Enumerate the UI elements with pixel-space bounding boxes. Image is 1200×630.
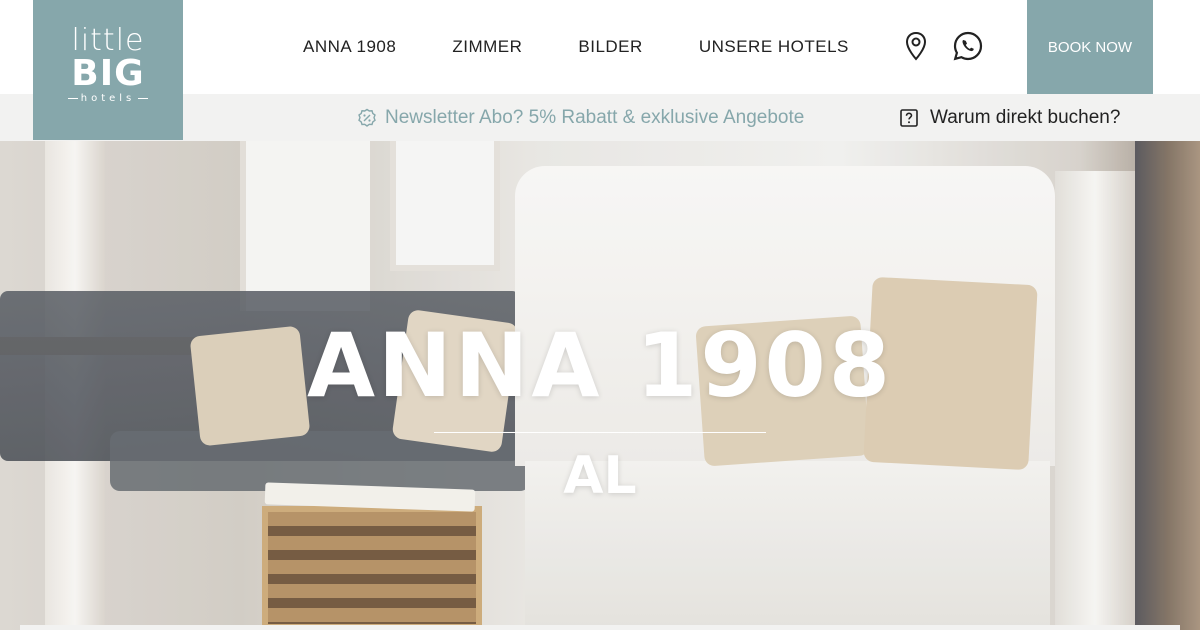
newsletter-text: Newsletter Abo? 5% Rabatt & exklusive An… — [385, 106, 805, 128]
percent-badge-icon — [358, 108, 376, 127]
nav-item-zimmer[interactable]: ZIMMER — [452, 37, 522, 57]
newsletter-link[interactable]: Newsletter Abo? 5% Rabatt & exklusive An… — [357, 94, 804, 141]
logo-line-big: BIG — [71, 53, 145, 94]
book-now-button[interactable]: BOOK NOW — [1027, 0, 1153, 94]
logo-hotels-text: hotels — [80, 93, 136, 104]
main-nav: ANNA 1908 ZIMMER BILDER UNSERE HOTELS — [275, 0, 877, 94]
logo[interactable]: little BIG hotels — [33, 0, 183, 140]
nav-item-anna-1908[interactable]: ANNA 1908 — [303, 37, 396, 57]
hero-banner: ANNA 1908 AL — [0, 141, 1200, 630]
why-direct-link[interactable]: Warum direkt buchen? — [900, 94, 1120, 141]
site-header: little BIG hotels ANNA 1908 ZIMMER BILDE… — [0, 0, 1200, 140]
hero-title: ANNA 1908 — [306, 314, 894, 417]
hero-subtitle: AL — [563, 446, 637, 506]
nav-item-bilder[interactable]: BILDER — [578, 37, 642, 57]
whatsapp-icon[interactable] — [950, 28, 986, 64]
map-pin-icon[interactable] — [898, 28, 934, 64]
bottom-strip — [20, 625, 1180, 630]
question-square-icon — [900, 108, 918, 127]
hero-divider — [434, 432, 766, 433]
logo-line-hotels: hotels — [33, 93, 183, 105]
logo-line-little: little — [71, 23, 145, 58]
nav-item-unsere-hotels[interactable]: UNSERE HOTELS — [699, 37, 849, 57]
why-direct-text: Warum direkt buchen? — [930, 106, 1121, 128]
